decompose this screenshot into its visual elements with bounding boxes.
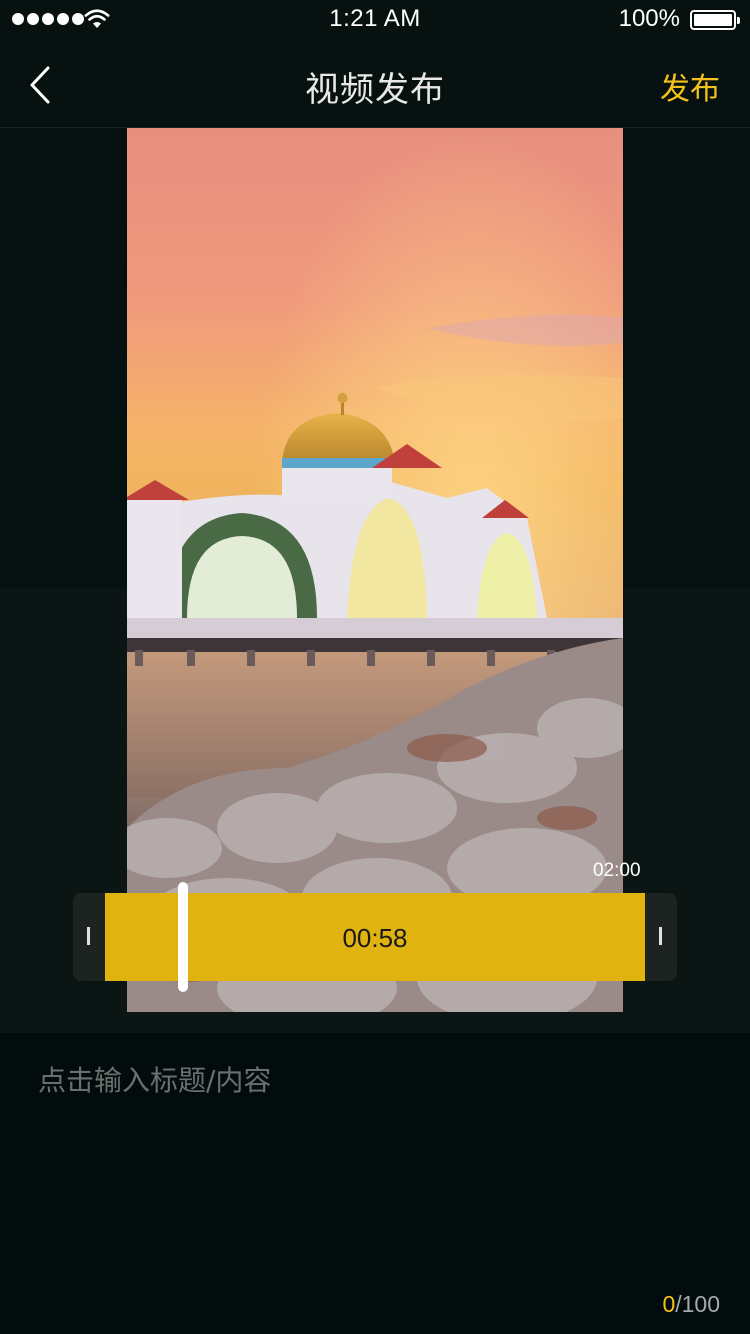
- nav-bar: 视频发布 发布: [0, 40, 750, 128]
- char-count-max: /100: [675, 1291, 720, 1317]
- content-section: 0/100: [0, 1033, 750, 1334]
- video-preview[interactable]: [127, 128, 623, 1012]
- trim-bar[interactable]: 00:58: [73, 893, 677, 981]
- video-editor: 02:00 00:58: [0, 128, 750, 1033]
- page-title: 视频发布: [305, 71, 445, 109]
- battery-percent: 100%: [618, 5, 680, 32]
- publish-button[interactable]: 发布: [660, 64, 720, 108]
- status-bar: 1:21 AM 100%: [0, 0, 750, 40]
- trim-handle-left[interactable]: [73, 893, 105, 981]
- title-content-input[interactable]: [38, 1059, 718, 1259]
- trim-handle-right[interactable]: [645, 893, 677, 981]
- char-count-current: 0: [662, 1291, 676, 1317]
- playhead-slider[interactable]: [178, 882, 188, 992]
- total-duration-label: 02:00: [593, 860, 641, 881]
- battery-icon: [690, 10, 740, 30]
- char-counter: 0/100: [662, 1291, 720, 1318]
- video-thumbnail-image: [127, 128, 623, 1012]
